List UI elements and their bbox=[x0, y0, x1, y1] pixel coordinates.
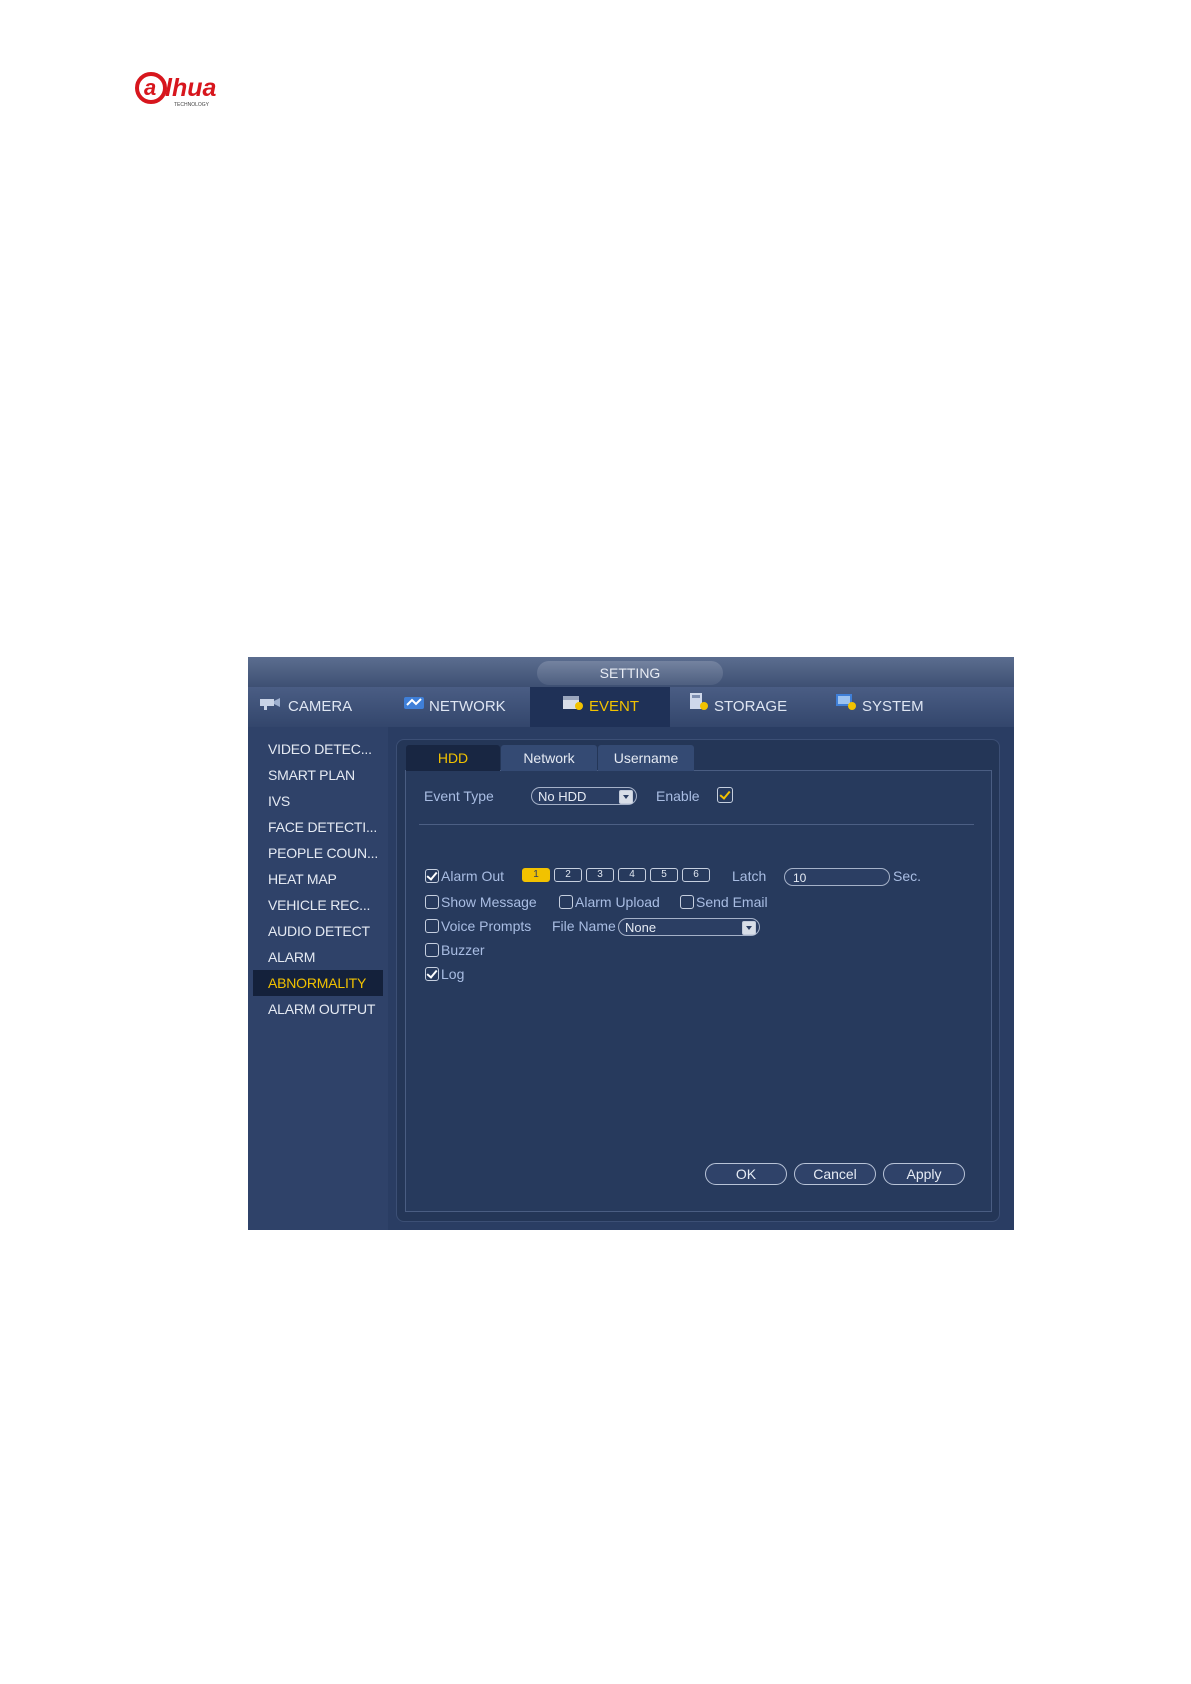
event-type-label: Event Type bbox=[424, 788, 494, 804]
sidebar-item-audio-detect[interactable]: AUDIO DETECT bbox=[253, 918, 383, 944]
svg-text:lhua: lhua bbox=[165, 74, 216, 102]
menu-storage[interactable]: STORAGE bbox=[688, 687, 808, 727]
camera-icon bbox=[258, 687, 284, 727]
event-type-value: No HDD bbox=[538, 789, 587, 804]
buzzer-checkbox[interactable] bbox=[425, 943, 439, 957]
sidebar-item-face-detection[interactable]: FACE DETECTI... bbox=[253, 814, 383, 840]
send-email-checkbox[interactable] bbox=[680, 895, 694, 909]
sidebar-item-vehicle-recognition[interactable]: VEHICLE REC... bbox=[253, 892, 383, 918]
file-name-value: None bbox=[625, 920, 657, 935]
sidebar-item-heat-map[interactable]: HEAT MAP bbox=[253, 866, 383, 892]
setting-window: SETTING CAMERA NETWORK EVENT STORAGE SYS… bbox=[248, 657, 1014, 1230]
latch-unit: Sec. bbox=[893, 868, 922, 884]
menu-storage-label: STORAGE bbox=[714, 698, 788, 715]
sidebar-item-alarm[interactable]: ALARM bbox=[253, 944, 383, 970]
enable-checkbox[interactable] bbox=[717, 787, 733, 803]
file-name-label: File Name bbox=[552, 918, 616, 934]
svg-text:TECHNOLOGY: TECHNOLOGY bbox=[174, 102, 210, 108]
menu-camera-label: CAMERA bbox=[288, 698, 353, 715]
show-message-label: Show Message bbox=[441, 894, 537, 910]
alarm-channel-5[interactable]: 5 bbox=[650, 868, 678, 882]
chevron-down-icon bbox=[742, 921, 756, 935]
menu-network-label: NETWORK bbox=[429, 698, 506, 715]
menu-system-label: SYSTEM bbox=[862, 698, 924, 715]
show-message-checkbox[interactable] bbox=[425, 895, 439, 909]
alarm-out-label: Alarm Out bbox=[441, 868, 505, 884]
sidebar-item-ivs[interactable]: IVS bbox=[253, 788, 383, 814]
window-title: SETTING bbox=[537, 661, 723, 685]
dahua-logo-image: a lhua TECHNOLOGY bbox=[135, 72, 216, 108]
apply-button[interactable]: Apply bbox=[883, 1163, 965, 1185]
sidebar: VIDEO DETEC... SMART PLAN IVS FACE DETEC… bbox=[248, 727, 388, 1230]
alarm-channel-1[interactable]: 1 bbox=[522, 868, 550, 882]
alarm-channel-3[interactable]: 3 bbox=[586, 868, 614, 882]
alarm-channel-2[interactable]: 2 bbox=[554, 868, 582, 882]
alarm-out-checkbox[interactable] bbox=[425, 869, 439, 883]
system-icon bbox=[834, 687, 858, 727]
divider bbox=[419, 824, 974, 825]
latch-label: Latch bbox=[732, 868, 767, 884]
tab-network[interactable]: Network bbox=[501, 745, 597, 771]
ok-button[interactable]: OK bbox=[705, 1163, 787, 1185]
chevron-down-icon bbox=[619, 790, 633, 804]
alarm-upload-label: Alarm Upload bbox=[575, 894, 660, 910]
file-name-select[interactable]: None bbox=[618, 918, 760, 936]
title-bar: SETTING bbox=[248, 657, 1014, 687]
sidebar-item-smart-plan[interactable]: SMART PLAN bbox=[253, 762, 383, 788]
enable-label: Enable bbox=[656, 788, 700, 804]
log-label: Log bbox=[441, 966, 465, 982]
event-type-select[interactable]: No HDD bbox=[531, 787, 637, 805]
tab-hdd[interactable]: HDD bbox=[406, 745, 500, 771]
tab-username[interactable]: Username bbox=[598, 745, 694, 771]
voice-prompts-label: Voice Prompts bbox=[441, 918, 532, 934]
alarm-channel-6[interactable]: 6 bbox=[682, 868, 710, 882]
alarm-channel-4[interactable]: 4 bbox=[618, 868, 646, 882]
menu-network[interactable]: NETWORK bbox=[403, 687, 513, 727]
dahua-logo: a lhua TECHNOLOGY bbox=[134, 66, 254, 110]
main-menu: CAMERA NETWORK EVENT STORAGE SYSTEM bbox=[248, 687, 1014, 727]
send-email-label: Send Email bbox=[696, 894, 768, 910]
buzzer-label: Buzzer bbox=[441, 942, 485, 958]
log-checkbox[interactable] bbox=[425, 967, 439, 981]
event-icon bbox=[561, 687, 585, 727]
menu-event[interactable]: EVENT bbox=[530, 687, 670, 727]
menu-event-label: EVENT bbox=[588, 698, 639, 715]
menu-system[interactable]: SYSTEM bbox=[834, 687, 954, 727]
latch-input[interactable]: 10 bbox=[784, 868, 890, 886]
network-icon bbox=[403, 687, 425, 727]
sidebar-item-alarm-output[interactable]: ALARM OUTPUT bbox=[253, 996, 383, 1022]
alarm-upload-checkbox[interactable] bbox=[559, 895, 573, 909]
sidebar-item-people-counting[interactable]: PEOPLE COUN... bbox=[253, 840, 383, 866]
voice-prompts-checkbox[interactable] bbox=[425, 919, 439, 933]
storage-icon bbox=[688, 687, 710, 727]
sidebar-item-abnormality[interactable]: ABNORMALITY bbox=[253, 970, 383, 996]
menu-camera[interactable]: CAMERA bbox=[258, 687, 378, 727]
tab-content-area bbox=[405, 770, 992, 1212]
cancel-button[interactable]: Cancel bbox=[794, 1163, 876, 1185]
sidebar-item-video-detect[interactable]: VIDEO DETEC... bbox=[253, 736, 383, 762]
svg-text:a: a bbox=[144, 75, 156, 100]
